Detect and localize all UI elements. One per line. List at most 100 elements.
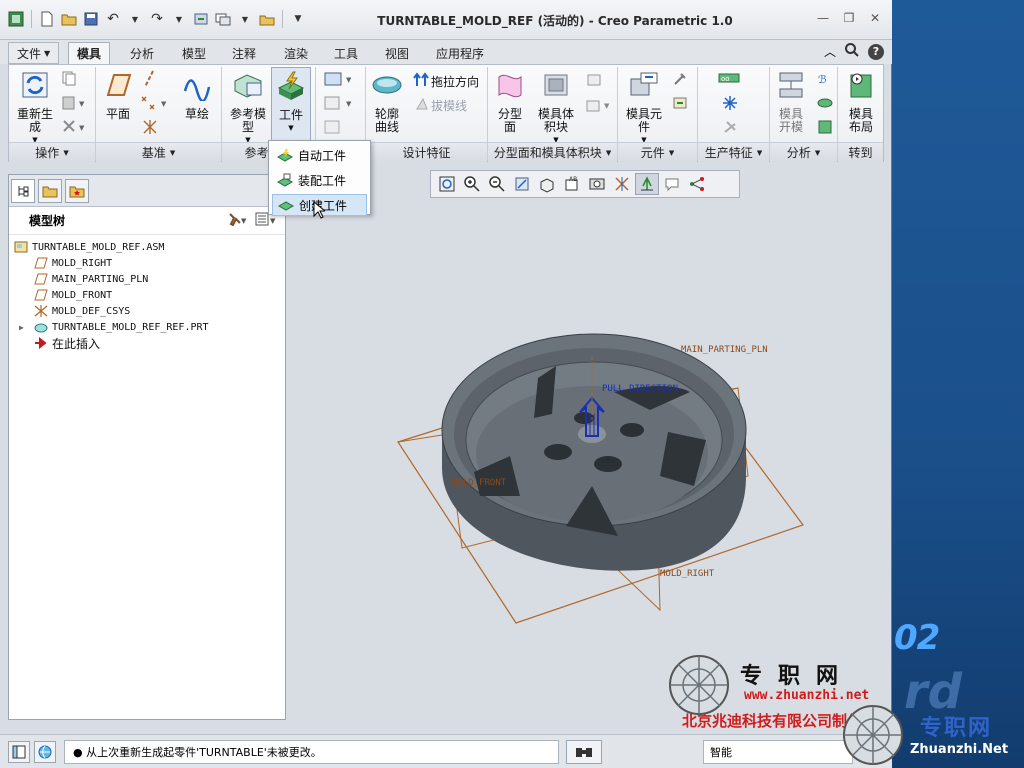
- save-icon[interactable]: [81, 8, 101, 30]
- pin-icon[interactable]: [669, 69, 691, 89]
- point-display-icon[interactable]: [685, 173, 709, 195]
- plane-button[interactable]: 平面: [101, 69, 135, 121]
- mold-component-button[interactable]: 模具元件 ▼: [621, 69, 667, 147]
- tree-item-mold-front[interactable]: MOLD_FRONT: [9, 287, 285, 303]
- draft-line-label[interactable]: 拔模线: [431, 97, 467, 114]
- tab-annotate[interactable]: 注释: [224, 42, 264, 64]
- zoom-in-icon[interactable]: [460, 173, 484, 195]
- tab-apps[interactable]: 应用程序: [428, 42, 492, 64]
- group-analysis[interactable]: 分析 ▼: [770, 142, 837, 162]
- silhouette-curve-button[interactable]: 轮廓曲线: [367, 69, 407, 134]
- redo-dropdown-icon[interactable]: ▼: [169, 8, 189, 30]
- open-icon[interactable]: [59, 8, 79, 30]
- delete-icon[interactable]: ▼: [59, 117, 89, 135]
- group-production[interactable]: 生产特征 ▼: [698, 142, 769, 162]
- volume-tool-icon[interactable]: [583, 69, 605, 89]
- copy-icon[interactable]: [59, 69, 79, 87]
- workpiece-button[interactable]: 工件 ▼: [271, 67, 311, 141]
- parting-surface-button[interactable]: 分型面: [491, 69, 529, 134]
- minimize-icon[interactable]: —: [812, 8, 834, 28]
- tab-analysis[interactable]: 分析: [122, 42, 162, 64]
- find-icon[interactable]: [566, 740, 602, 764]
- tab-view[interactable]: 视图: [377, 42, 417, 64]
- datum-axis-icon[interactable]: [139, 69, 159, 89]
- display-style-icon[interactable]: [535, 173, 559, 195]
- tree-item-insert-here[interactable]: 在此插入: [9, 335, 285, 351]
- group-parting-volume[interactable]: 分型面和模具体积块 ▼: [488, 142, 617, 162]
- app-icon[interactable]: [6, 8, 26, 30]
- group-operations[interactable]: 操作 ▼: [9, 142, 95, 162]
- tree-item-main-parting[interactable]: MAIN_PARTING_PLN: [9, 271, 285, 287]
- tab-render[interactable]: 渲染: [276, 42, 316, 64]
- runner-icon[interactable]: oo: [715, 69, 743, 87]
- mold-layout-button[interactable]: 模具布局: [839, 69, 883, 134]
- favorites-tab-icon[interactable]: [65, 179, 89, 203]
- annotation-display-icon[interactable]: [660, 173, 684, 195]
- undo-dropdown-icon[interactable]: ▼: [125, 8, 145, 30]
- tree-item-mold-right[interactable]: MOLD_RIGHT: [9, 255, 285, 271]
- tree-item-csys[interactable]: MOLD_DEF_CSYS: [9, 303, 285, 319]
- tab-tools[interactable]: 工具: [326, 42, 366, 64]
- repaint-icon[interactable]: [510, 173, 534, 195]
- regenerate-icon[interactable]: [191, 8, 211, 30]
- refit-icon[interactable]: [435, 173, 459, 195]
- spin-center-icon[interactable]: [635, 173, 659, 195]
- view-manager-icon[interactable]: [585, 173, 609, 195]
- group-goto[interactable]: 转到: [838, 142, 883, 162]
- datum-point-icon[interactable]: ▼: [137, 93, 171, 113]
- mold-base-icon[interactable]: [669, 93, 691, 113]
- windows-icon[interactable]: [213, 8, 233, 30]
- folder-browser-tab-icon[interactable]: [38, 179, 62, 203]
- model-tree-tab-icon[interactable]: [11, 179, 35, 203]
- paste-icon[interactable]: ▼: [59, 93, 89, 111]
- mold-open-button[interactable]: 模具开模: [769, 69, 813, 134]
- tab-model[interactable]: 模型: [174, 42, 214, 64]
- close-icon[interactable]: ✕: [864, 8, 886, 28]
- maximize-icon[interactable]: ❐: [838, 8, 860, 28]
- toggle-browser-icon[interactable]: [34, 741, 56, 763]
- sketch-button[interactable]: 草绘: [179, 69, 215, 121]
- graphics-viewport[interactable]: MAIN_PARTING_PLN PULL DIRECTION MOLD_FRO…: [290, 202, 890, 730]
- projected-area-icon[interactable]: [815, 117, 835, 137]
- search-icon[interactable]: [844, 42, 860, 61]
- saved-views-icon[interactable]: AB: [560, 173, 584, 195]
- thickness-icon[interactable]: ℬ: [815, 69, 835, 89]
- zoom-out-icon[interactable]: [485, 173, 509, 195]
- datum-display-icon[interactable]: [610, 173, 634, 195]
- help-icon[interactable]: ?: [868, 43, 884, 60]
- water-line-icon[interactable]: [719, 93, 741, 113]
- toggle-navigator-icon[interactable]: [8, 741, 30, 763]
- group-components[interactable]: 元件 ▼: [618, 142, 697, 162]
- pull-direction-label[interactable]: 拖拉方向: [431, 73, 479, 90]
- group-datum[interactable]: 基准 ▼: [96, 142, 221, 162]
- ref-model-button[interactable]: 参考模型 ▼: [225, 69, 271, 147]
- expand-icon[interactable]: ▶: [19, 323, 33, 332]
- undo-icon[interactable]: ↶: [103, 8, 123, 30]
- new-icon[interactable]: [37, 8, 57, 30]
- mold-tool3-icon[interactable]: [321, 117, 357, 137]
- mold-tool-icon[interactable]: ▼: [321, 69, 357, 89]
- collapse-ribbon-icon[interactable]: ︿: [824, 43, 836, 60]
- regenerate-button[interactable]: 重新生成 ▼: [13, 69, 57, 147]
- ejector-icon[interactable]: [719, 117, 741, 137]
- selection-filter[interactable]: 智能: [703, 740, 853, 764]
- group-design-features[interactable]: 设计特征: [366, 142, 487, 162]
- pull-direction-icon[interactable]: [411, 71, 431, 89]
- tree-item-ref-part[interactable]: ▶ TURNTABLE_MOLD_REF_REF.PRT: [9, 319, 285, 335]
- mold-volume-button[interactable]: 模具体积块 ▼: [531, 69, 581, 147]
- tree-item-asm[interactable]: TURNTABLE_MOLD_REF.ASM: [9, 239, 285, 255]
- csys-icon[interactable]: [139, 117, 161, 137]
- menu-item-auto-workpiece[interactable]: 自动工件: [272, 144, 367, 166]
- windows-dropdown-icon[interactable]: ▼: [235, 8, 255, 30]
- menu-item-assemble-workpiece[interactable]: 装配工件: [272, 169, 367, 191]
- tree-settings-icon[interactable]: ▼: [227, 212, 247, 230]
- redo-icon[interactable]: ↷: [147, 8, 167, 30]
- close-window-icon[interactable]: [257, 8, 277, 30]
- mold-tool2-icon[interactable]: ▼: [321, 93, 357, 113]
- draft-check-icon[interactable]: [815, 93, 835, 113]
- draft-line-icon[interactable]: [413, 95, 431, 113]
- tab-file[interactable]: 文件 ▼: [8, 42, 60, 64]
- volume-tool2-icon[interactable]: ▼: [583, 95, 613, 115]
- tab-mold[interactable]: 模具: [68, 42, 111, 64]
- customize-qa-icon[interactable]: ▼: [288, 8, 308, 30]
